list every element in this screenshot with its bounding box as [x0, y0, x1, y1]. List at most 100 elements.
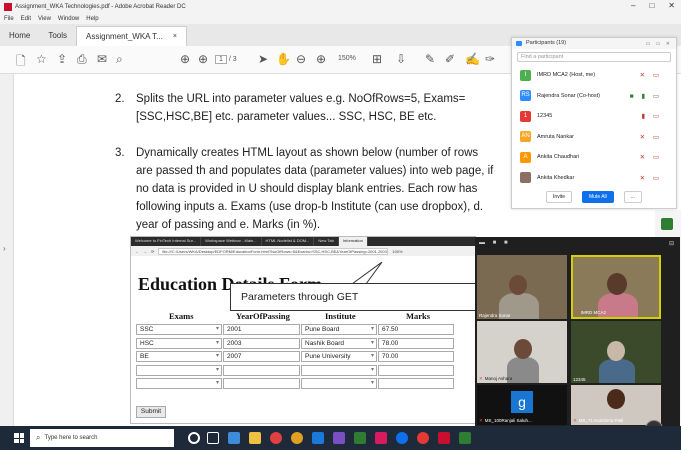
create-pdf-icon[interactable]: 🗋	[16, 52, 26, 73]
list-item: 3. Dynamically creates HTML layout as sh…	[115, 144, 495, 234]
participant-search-input[interactable]: Find a participant	[517, 52, 671, 62]
close-button[interactable]: ✕	[668, 1, 675, 10]
form-cell: BE	[136, 351, 222, 362]
zoom-app-icon[interactable]	[396, 432, 408, 444]
form-cell	[136, 378, 222, 389]
participant-head	[509, 275, 527, 295]
select-cursor-icon[interactable]: ➤	[258, 52, 268, 66]
participant-avatar: AN	[520, 131, 531, 143]
fit-page-icon[interactable]: ⊞	[372, 52, 382, 66]
highlight-pen-icon[interactable]: ✐	[445, 52, 455, 66]
menu-help[interactable]: Help	[86, 16, 98, 22]
video-gallery: ▬ ■ ■ ⊟ Rajendra Sonar ✕ IMRD MCA2 ✕ Manoj…	[475, 237, 680, 426]
tab-close-icon[interactable]: ×	[173, 33, 177, 40]
submit-button: Submit	[136, 406, 166, 418]
cortana-icon[interactable]	[188, 432, 200, 444]
participant-row[interactable]: 1 12345 ▮ ▭	[512, 106, 676, 127]
mail-icon[interactable]	[312, 432, 324, 444]
minimize-button[interactable]: –	[631, 1, 635, 10]
firefox-icon[interactable]	[291, 432, 303, 444]
participant-row[interactable]: I IMRD MCA2 (Host, me) ✕ ▭	[512, 65, 676, 86]
windows-start-icon[interactable]	[14, 433, 24, 443]
comment-icon[interactable]: ✎	[425, 52, 435, 66]
form-cell: 67.50	[378, 324, 454, 335]
video-tile[interactable]: 12345	[571, 321, 661, 383]
print-icon[interactable]: ⎙	[77, 52, 87, 67]
page-up-icon[interactable]: ⊕	[180, 52, 190, 66]
tab-home[interactable]: Home	[0, 24, 39, 46]
opera-icon[interactable]	[417, 432, 429, 444]
email-icon[interactable]: ✉	[97, 52, 107, 66]
muted-mic-icon: ✕	[479, 418, 483, 423]
search-icon[interactable]: ⌕	[116, 52, 123, 67]
maximize-button[interactable]: □	[649, 1, 654, 10]
video-tile[interactable]: ✕ MS_71 Karishma Patil	[571, 385, 661, 425]
menu-file[interactable]: File	[4, 16, 14, 22]
participant-row[interactable]: Ankita Khedkar ✕ ▭	[512, 168, 676, 189]
visual-studio-icon[interactable]	[333, 432, 345, 444]
chrome-icon[interactable]	[270, 432, 282, 444]
page-down-icon[interactable]: ⊕	[198, 52, 208, 66]
list-text: Dynamically creates HTML layout as shown…	[136, 147, 494, 231]
page-number-input[interactable]: 1	[215, 55, 227, 64]
excel-export-icon[interactable]	[661, 218, 673, 230]
browser-tabs: Welcome to FinTech Internal Sur... Works…	[131, 237, 475, 246]
app-icon[interactable]	[375, 432, 387, 444]
taskbar-search-box[interactable]: ⌕ Type here to search	[30, 429, 174, 447]
file-explorer-icon[interactable]	[249, 432, 261, 444]
browser-tab: HTML Nodelist & DOM...	[262, 237, 315, 246]
zoom-in-icon[interactable]: ⊕	[316, 52, 326, 66]
menu-edit[interactable]: Edit	[21, 16, 31, 22]
fill-sign-icon[interactable]: ✑	[485, 52, 495, 66]
browser-tab-active: Information	[338, 237, 368, 246]
zoom-level[interactable]: 150%	[338, 55, 356, 62]
expand-panel-icon[interactable]: ›	[3, 244, 6, 253]
menu-bar: File Edit View Window Help	[0, 13, 681, 24]
acrobat-logo-icon	[4, 2, 12, 11]
gallery-view-controls[interactable]: ▬ ■ ■	[479, 240, 511, 246]
mute-all-button[interactable]: Mute All	[581, 191, 614, 203]
participant-list: I IMRD MCA2 (Host, me) ✕ ▭ RS Rajendra Sonar…	[512, 65, 676, 188]
excel-icon[interactable]	[354, 432, 366, 444]
tab-document[interactable]: Assignment_WKA T... ×	[76, 26, 187, 46]
zoom-out-icon[interactable]: ⊖	[296, 52, 306, 66]
video-name-label: Rajendra Sonar	[479, 313, 511, 318]
app-green-icon[interactable]	[459, 432, 471, 444]
video-name-label: ✕ MS_71 Karishma Patil	[573, 418, 624, 423]
form-cell: 70.00	[378, 351, 454, 362]
acrobat-taskbar-icon[interactable]	[438, 432, 450, 444]
hand-tool-icon[interactable]: ✋	[276, 52, 291, 66]
participant-name: IMRD MCA2 (Host, me)	[537, 72, 596, 79]
tab-tools-label: Tools	[48, 30, 68, 40]
calculator-icon[interactable]	[228, 432, 240, 444]
invite-button[interactable]: Invite	[546, 191, 572, 203]
muted-mic-icon: ✕	[479, 376, 483, 381]
panel-controls[interactable]: ▭ ▭ ✕	[646, 39, 672, 50]
taskbar-search-placeholder: Type here to search	[44, 435, 98, 441]
participant-row[interactable]: AN Amruta Nankar ✕ ▭	[512, 127, 676, 148]
participants-title: Participants (19)	[526, 40, 567, 46]
participant-row[interactable]: RS Rajendra Sonar (Co-host) ■ ▮ ▭	[512, 86, 676, 107]
menu-view[interactable]: View	[38, 16, 51, 22]
mic-camera-status-icon: ✕ ▭	[639, 133, 662, 141]
share-upload-icon[interactable]: ⇪	[57, 52, 67, 66]
browser-tab: Welcome to FinTech Internal Sur...	[131, 237, 202, 246]
video-name-label: ✕ MS_100Ranjali Saluh...	[479, 418, 532, 423]
browser-address-bar: ← → ⟳ file:///C:/Users/WKA/Desktop/EDFOR…	[131, 246, 475, 256]
scroll-mode-icon[interactable]: ⇩	[396, 52, 406, 66]
menu-window[interactable]: Window	[58, 16, 79, 22]
video-tile-active-speaker[interactable]: ✕ IMRD MCA2	[571, 255, 661, 319]
video-tile[interactable]: ✕ Manoj Ashara	[477, 321, 567, 383]
bookmark-star-icon[interactable]: ☆	[36, 52, 47, 66]
sign-icon[interactable]: ✍	[465, 52, 480, 66]
more-button[interactable]: ...	[623, 191, 642, 203]
tab-tools[interactable]: Tools	[39, 24, 76, 46]
embedded-browser-screenshot: Welcome to FinTech Internal Sur... Works…	[130, 236, 476, 424]
video-tile[interactable]: Rajendra Sonar	[477, 255, 567, 319]
participant-row[interactable]: A Ankita Chaudhari ✕ ▭	[512, 147, 676, 168]
gallery-menu-icon[interactable]: ⊟	[669, 240, 674, 247]
video-tile[interactable]: g ✕ MS_100Ranjali Saluh...	[477, 385, 567, 425]
mic-camera-status-icon: ✕ ▭	[639, 174, 662, 182]
task-view-icon[interactable]	[207, 432, 219, 444]
participants-footer: Invite Mute All ...	[512, 191, 676, 203]
